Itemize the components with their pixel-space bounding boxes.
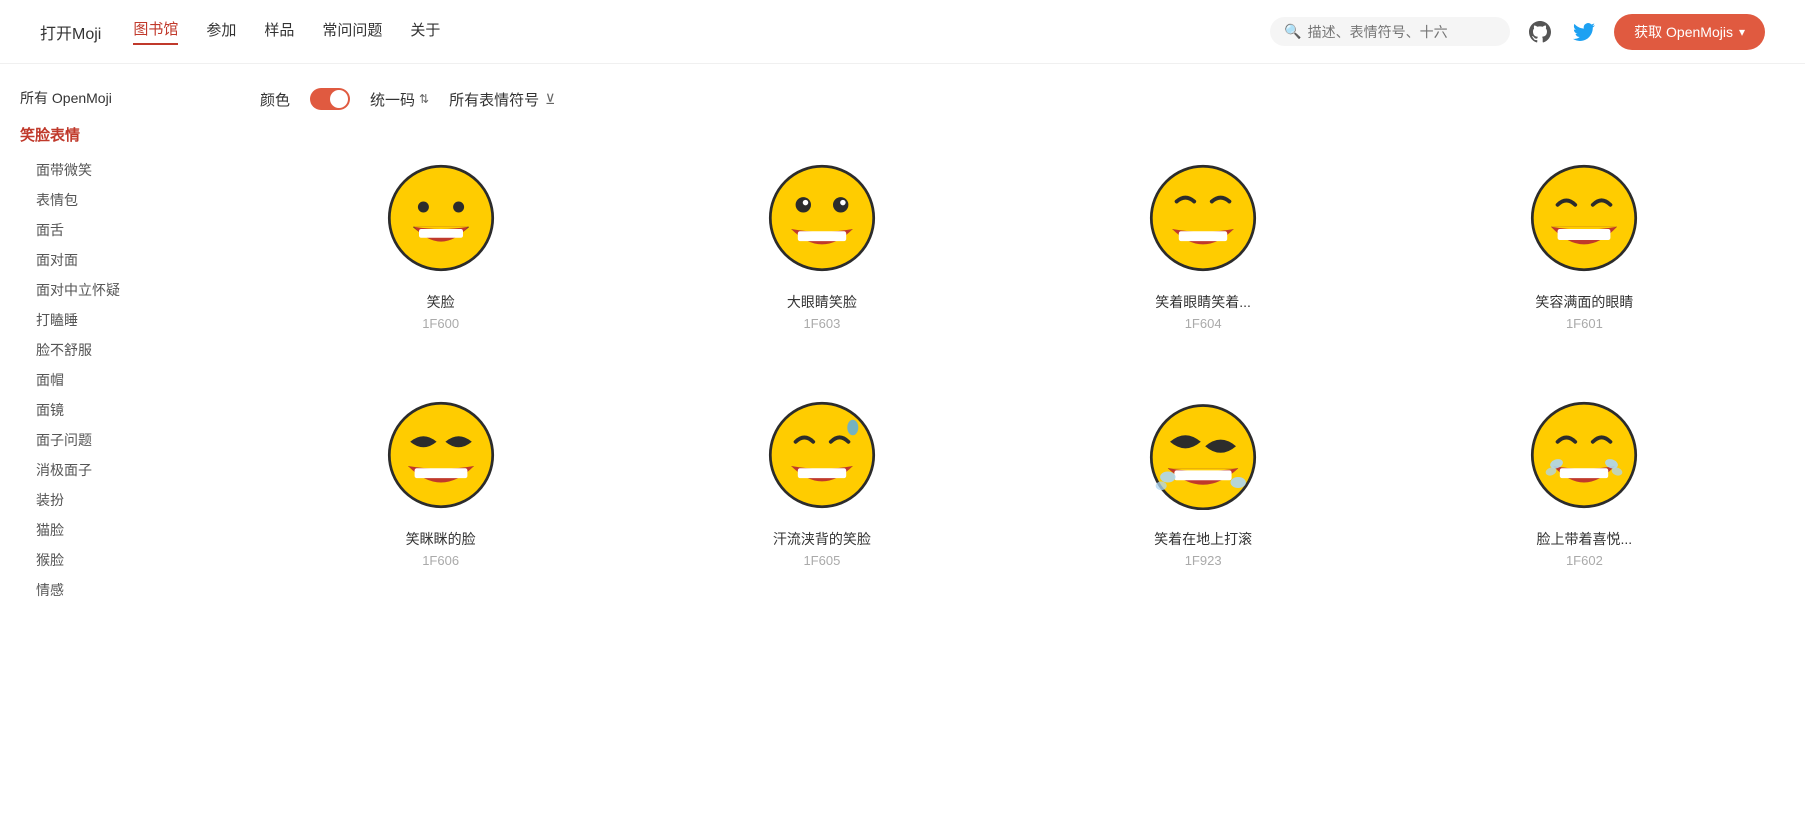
emoji-name: 汗流浃背的笑脸: [773, 529, 871, 549]
emoji-name: 脸上带着喜悦...: [1537, 529, 1633, 549]
sidebar: 所有 OpenMoji 笑脸表情 面带微笑表情包面舌面对面面对中立怀疑打瞌睡脸不…: [0, 64, 220, 816]
sidebar-item[interactable]: 面子问题: [36, 425, 200, 455]
emoji-name: 笑眯眯的脸: [406, 529, 476, 549]
emoji-name: 笑着眼睛笑着...: [1155, 292, 1251, 312]
sidebar-item[interactable]: 猫脸: [36, 515, 200, 545]
unicode-filter[interactable]: 统一码 ⇅: [370, 89, 429, 110]
emoji-code: 1F604: [1185, 316, 1222, 331]
emoji-card[interactable]: 汗流浃背的笑脸 1F605: [641, 379, 1002, 584]
emoji-grid: 笑脸 1F600 大眼睛笑脸 1F603 笑着眼睛笑着... 1F604: [260, 142, 1765, 584]
emoji-card[interactable]: 脸上带着喜悦... 1F602: [1404, 379, 1765, 584]
chevron-down-icon: ▾: [1739, 25, 1745, 39]
sidebar-item[interactable]: 面帽: [36, 365, 200, 395]
sidebar-item[interactable]: 装扮: [36, 485, 200, 515]
emoji-card[interactable]: 笑着眼睛笑着... 1F604: [1023, 142, 1384, 347]
emoji-card[interactable]: 大眼睛笑脸 1F603: [641, 142, 1002, 347]
emoji-image: [1143, 158, 1263, 278]
nav-link-样品[interactable]: 样品: [264, 19, 294, 44]
emoji-image: [1524, 158, 1644, 278]
emoji-code: 1F923: [1185, 553, 1222, 568]
sidebar-item[interactable]: 情感: [36, 575, 200, 605]
sidebar-items-list: 面带微笑表情包面舌面对面面对中立怀疑打瞌睡脸不舒服面帽面镜面子问题消极面子装扮猫…: [20, 155, 200, 605]
emoji-image: [381, 395, 501, 515]
sidebar-item[interactable]: 面对中立怀疑: [36, 275, 200, 305]
main-content: 颜色 统一码 ⇅ 所有表情符号 ⊻ 笑脸 1F600: [220, 64, 1805, 816]
filter-bar: 颜色 统一码 ⇅ 所有表情符号 ⊻: [260, 88, 1765, 110]
sidebar-item[interactable]: 面镜: [36, 395, 200, 425]
emoji-card[interactable]: 笑眯眯的脸 1F606: [260, 379, 621, 584]
emoji-code: 1F602: [1566, 553, 1603, 568]
github-icon[interactable]: [1526, 18, 1554, 46]
nav-link-参加[interactable]: 参加: [206, 19, 236, 44]
nav-links: 图书馆 参加 样品 常问问题 关于: [133, 18, 440, 45]
nav-icon-group: [1526, 18, 1598, 46]
emoji-name: 笑脸: [427, 292, 455, 312]
get-button-label: 获取 OpenMojis: [1634, 22, 1733, 42]
nav-logo[interactable]: 打开Moji: [40, 20, 101, 44]
sidebar-item[interactable]: 猴脸: [36, 545, 200, 575]
search-input[interactable]: [1308, 24, 1497, 40]
sidebar-item[interactable]: 脸不舒服: [36, 335, 200, 365]
get-openmojis-button[interactable]: 获取 OpenMojis ▾: [1614, 14, 1765, 50]
sidebar-item[interactable]: 面带微笑: [36, 155, 200, 185]
color-toggle[interactable]: [310, 88, 350, 110]
emoji-code: 1F600: [422, 316, 459, 331]
sidebar-item[interactable]: 面舌: [36, 215, 200, 245]
emoji-card[interactable]: 笑容满面的眼睛 1F601: [1404, 142, 1765, 347]
emoji-name: 大眼睛笑脸: [787, 292, 857, 312]
emoji-image: [762, 158, 882, 278]
navbar: 打开Moji 图书馆 参加 样品 常问问题 关于 🔍 获取 OpenMojis ▾: [0, 0, 1805, 64]
emoji-card[interactable]: 笑脸 1F600: [260, 142, 621, 347]
all-emoji-label: 所有表情符号: [449, 89, 539, 110]
filter-icon: ⊻: [545, 91, 555, 108]
emoji-name: 笑着在地上打滚: [1154, 529, 1252, 549]
emoji-code: 1F605: [803, 553, 840, 568]
emoji-image: [1143, 395, 1263, 515]
toggle-switch[interactable]: [310, 88, 350, 110]
sidebar-item[interactable]: 面对面: [36, 245, 200, 275]
sidebar-item[interactable]: 打瞌睡: [36, 305, 200, 335]
emoji-code: 1F606: [422, 553, 459, 568]
sidebar-item[interactable]: 消极面子: [36, 455, 200, 485]
sidebar-category-label[interactable]: 笑脸表情: [20, 124, 200, 145]
emoji-image: [762, 395, 882, 515]
emoji-code: 1F603: [803, 316, 840, 331]
emoji-name: 笑容满面的眼睛: [1535, 292, 1633, 312]
emoji-image: [1524, 395, 1644, 515]
twitter-icon[interactable]: [1570, 18, 1598, 46]
main-layout: 所有 OpenMoji 笑脸表情 面带微笑表情包面舌面对面面对中立怀疑打瞌睡脸不…: [0, 64, 1805, 816]
sort-icon: ⇅: [419, 92, 429, 106]
emoji-card[interactable]: 笑着在地上打滚 1F923: [1023, 379, 1384, 584]
nav-link-常问问题[interactable]: 常问问题: [322, 19, 382, 44]
sidebar-all-label[interactable]: 所有 OpenMoji: [20, 88, 200, 108]
emoji-code: 1F601: [1566, 316, 1603, 331]
sidebar-item[interactable]: 表情包: [36, 185, 200, 215]
emoji-image: [381, 158, 501, 278]
search-bar: 🔍: [1270, 17, 1510, 46]
color-filter-label: 颜色: [260, 89, 290, 110]
nav-link-关于[interactable]: 关于: [410, 19, 440, 44]
search-icon: 🔍: [1284, 23, 1301, 40]
nav-link-图书馆[interactable]: 图书馆: [133, 18, 178, 45]
unicode-label: 统一码: [370, 89, 415, 110]
all-emoji-filter[interactable]: 所有表情符号 ⊻: [449, 89, 555, 110]
